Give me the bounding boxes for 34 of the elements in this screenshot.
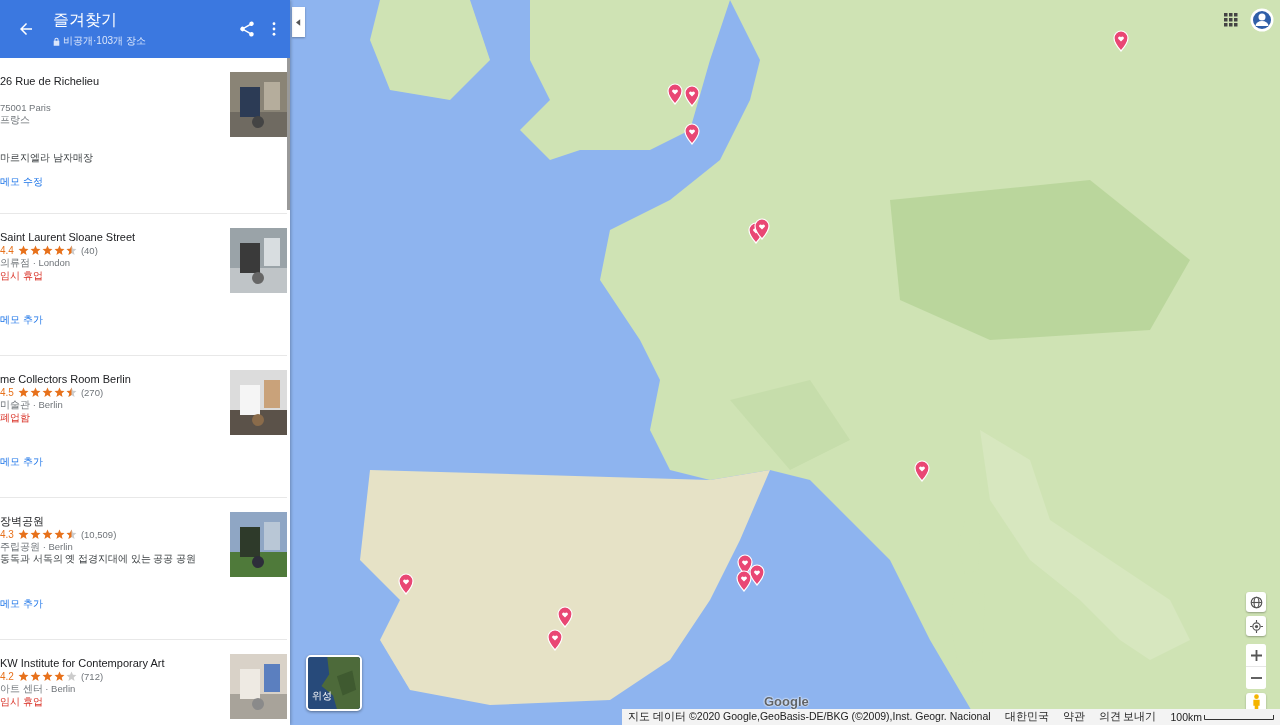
lock-icon (53, 36, 60, 46)
scrollbar[interactable] (287, 58, 290, 210)
rating-value: 4.4 (0, 244, 14, 257)
place-name[interactable]: KW Institute for Contemporary Art (0, 656, 165, 670)
rating-value: 4.2 (0, 670, 14, 683)
share-icon[interactable] (238, 20, 256, 38)
place-name[interactable]: Saint Laurent Sloane Street (0, 230, 136, 244)
address-line: 프랑스 (0, 114, 31, 126)
memo-link[interactable]: 메모 수정 (0, 176, 43, 189)
place-name[interactable]: me Collectors Room Berlin (0, 372, 131, 386)
more-options-icon[interactable] (272, 22, 276, 36)
place-name[interactable]: 26 Rue de Richelieu (0, 74, 100, 88)
memo-link[interactable]: 메모 추가 (0, 456, 43, 469)
list-title: 즐겨찾기 (53, 10, 118, 30)
review-count: (712) (80, 670, 104, 683)
rating-value: 4.5 (0, 386, 14, 399)
place-note: 마르지엘라 남자매장 (0, 152, 93, 164)
status-text: 임시 휴업 (0, 695, 43, 708)
review-count: (270) (80, 386, 104, 399)
place-name[interactable]: 장벽공원 (0, 514, 44, 528)
place-note: 동독과 서독의 옛 접경지대에 있는 공공 공원 (0, 553, 196, 565)
list-subtitle: 비공개·103개 장소 (63, 34, 146, 48)
memo-link[interactable]: 메모 추가 (0, 314, 43, 327)
review-count: (40) (80, 244, 98, 257)
place-category: 의류점 · London (0, 257, 71, 269)
memo-link[interactable]: 메모 추가 (0, 598, 43, 611)
rating-value: 4.3 (0, 528, 14, 541)
status-text: 폐업함 (0, 411, 30, 424)
place-category: 주립공원 · Berlin (0, 541, 73, 553)
place-category: 미술관 · Berlin (0, 399, 63, 411)
review-count: (10,509) (80, 528, 117, 541)
status-text: 임시 휴업 (0, 269, 43, 282)
place-category: 아트 센터 · Berlin (0, 683, 76, 695)
address-line: 75001 Paris (0, 102, 51, 114)
